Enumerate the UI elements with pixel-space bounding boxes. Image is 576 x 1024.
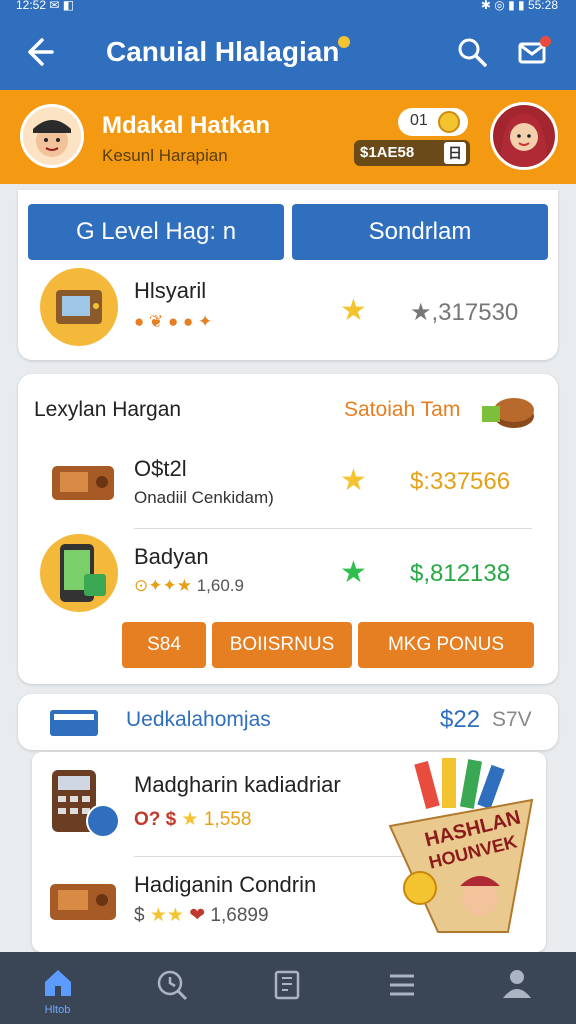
star-icon[interactable]: ★ (340, 558, 367, 588)
item-price: ★,317530 (410, 299, 519, 326)
avatar[interactable] (20, 104, 84, 168)
avatar[interactable] (490, 102, 558, 170)
money-value: $1AE58 (360, 144, 415, 161)
item-image (40, 268, 118, 346)
calendar-icon: 日 (444, 142, 466, 164)
profile-header: Mdakal Hatkan Kesunl Harapian 01 $1AE58 … (0, 90, 576, 184)
book-icon (274, 970, 300, 1000)
nav-profile[interactable] (460, 952, 575, 1024)
level-button[interactable]: G Level Hag: n (28, 204, 284, 260)
phone-image (40, 534, 118, 612)
clock-search-icon (157, 970, 188, 1001)
avatar (86, 804, 120, 838)
item-subtitle: Onadiil Cenkidam) (134, 488, 274, 507)
search-icon[interactable] (454, 34, 490, 70)
bonus-button[interactable]: BOIISRNUS (212, 622, 352, 668)
divider (134, 528, 532, 529)
item-price: $,812138 (410, 560, 511, 587)
section-link[interactable]: Satoiah Tam (344, 398, 460, 422)
list-item-value: 1,558 (203, 809, 252, 830)
s84-button[interactable]: S84 (122, 622, 206, 668)
promo-image: HASHLAN HOUNVEK (380, 756, 544, 946)
rating-stars-icon: ★★ (149, 905, 184, 926)
section-title: Lexylan Hargan (34, 398, 182, 421)
status-icons: ✱ ◎ ▮ ▮ 55:28 (480, 0, 558, 12)
item-price: $:337566 (410, 468, 511, 495)
top-card: G Level Hag: n Sondrlam Hlsyaril ● ❦ ● ●… (18, 190, 558, 360)
list-item-prefix: $ (134, 905, 145, 926)
profile-name: Mdakal Hatkan (102, 112, 271, 139)
status-time: 12:52 ✉ ◧ (16, 0, 75, 12)
nav-history[interactable] (115, 952, 230, 1024)
radio-icon (46, 456, 120, 506)
bottom-nav: Hltob (0, 952, 576, 1024)
promo-bar[interactable]: Uedkalahomjas $22 S7V (18, 694, 558, 750)
title-badge-icon (338, 36, 350, 48)
menu-icon (390, 974, 414, 996)
item-name: O$t2l (134, 456, 187, 481)
list-item-name: Madgharin kadiadriar (134, 772, 341, 797)
list-item-prefix: O? $ (134, 809, 177, 830)
coin-icon (438, 111, 460, 133)
nav-label: Hltob (44, 1004, 71, 1016)
rating-stars-icon: ⊙✦✦★ (134, 576, 192, 595)
star-icon[interactable]: ★ (340, 466, 367, 496)
home-icon (45, 970, 71, 996)
profile-subtitle: Kesunl Harapian (102, 146, 228, 165)
item-meta-value: 1,60.9 (196, 576, 244, 595)
item-meta: ⊙✦✦★ 1,60.9 (134, 576, 244, 596)
section-card: Lexylan Hargan Satoiah Tam O$t2l Onadiil… (18, 374, 558, 684)
page-title: Canuial Hlalagian (106, 36, 340, 67)
promo-amount-suffix: S7V (492, 708, 532, 731)
list-item-value: 1,6899 (210, 905, 269, 926)
book-icon (44, 702, 104, 742)
star-icon: ★ (181, 809, 199, 830)
item-name: Hlsyaril (134, 278, 207, 303)
level-button-label: Level Hag: n (101, 218, 237, 245)
radio-icon (46, 870, 120, 926)
mkg-bonus-button[interactable]: MKG PONUS (358, 622, 534, 668)
item-meta: ● ❦ ● ● ✦ (134, 312, 213, 331)
cake-icon (480, 388, 538, 432)
promo-amount: $22 (440, 706, 481, 733)
coin-count: 01 (410, 112, 428, 129)
divider (134, 856, 404, 857)
item-name: Badyan (134, 544, 209, 569)
app-bar: Canuial Hlalagian (0, 14, 576, 90)
nav-home[interactable]: Hltob (0, 952, 115, 1024)
nav-book[interactable] (230, 952, 345, 1024)
nav-menu[interactable] (345, 952, 460, 1024)
star-icon[interactable]: ★ (340, 296, 367, 326)
heart-icon: ❤ (189, 905, 206, 926)
promo-title: Uedkalahomjas (126, 708, 271, 731)
list-item-meta: O? $ ★ 1,558 (134, 808, 251, 831)
coin-counter: 01 (398, 108, 468, 136)
back-arrow-icon[interactable] (20, 34, 56, 70)
person-icon (503, 970, 531, 998)
list-card: Madgharin kadiadriar O? $ ★ 1,558 Hadiga… (32, 752, 546, 952)
sondrlam-button[interactable]: Sondrlam (292, 204, 548, 260)
list-item-meta: $ ★★ ❤ 1,6899 (134, 904, 269, 927)
notification-dot-icon (540, 36, 551, 47)
level-icon: G (75, 218, 95, 245)
money-badge: $1AE58 日 (354, 140, 470, 166)
status-bar: 12:52 ✉ ◧ ✱ ◎ ▮ ▮ 55:28 (0, 0, 576, 14)
list-item-name: Hadiganin Condrin (134, 872, 317, 897)
